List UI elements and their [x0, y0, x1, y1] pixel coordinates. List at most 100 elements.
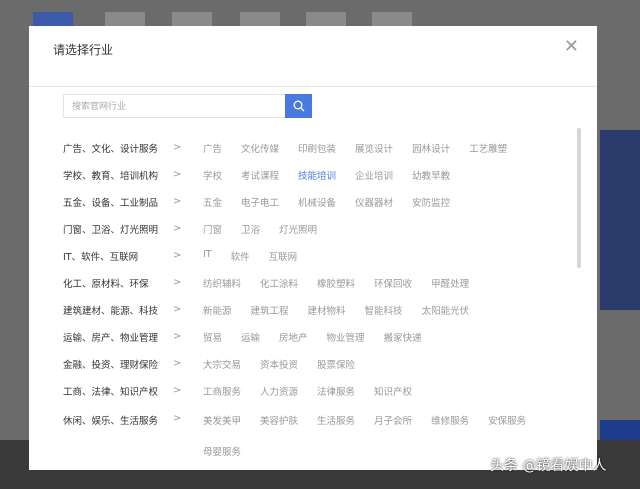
subcategory-item[interactable]: 建筑工程	[251, 303, 289, 317]
chevron-right-icon: >	[173, 358, 182, 369]
category-label[interactable]: IT、软件、互联网	[63, 249, 173, 263]
subcategory-item[interactable]: 广告	[203, 141, 222, 155]
subcategory-item[interactable]: 母婴服务	[203, 444, 241, 458]
subcategory-item[interactable]: 印刷包装	[298, 141, 336, 155]
category-row: 门窗、卫浴、灯光照明 > 门窗 卫浴 灯光照明	[63, 215, 583, 242]
subcategory-item[interactable]: 软件	[231, 249, 250, 263]
subcategory-item[interactable]: 运输	[241, 330, 260, 344]
category-row: 工商、法律、知识产权 > 工商服务 人力资源 法律服务 知识产权	[63, 377, 583, 404]
background-image	[600, 130, 640, 310]
subcategory-item[interactable]: 门窗	[203, 222, 222, 236]
subcategory-item[interactable]: 技能培训	[298, 168, 336, 182]
category-row: 学校、教育、培训机构 > 学校 考试课程 技能培训 企业培训 幼教早教	[63, 161, 583, 188]
category-label[interactable]: 运输、房产、物业管理	[63, 330, 173, 344]
category-label[interactable]: 广告、文化、设计服务	[63, 141, 173, 155]
modal-header: 请选择行业 ✕	[29, 26, 597, 87]
search-button[interactable]	[285, 94, 312, 118]
chevron-right-icon: >	[173, 169, 182, 180]
subcategory-item[interactable]: 维修服务	[431, 413, 469, 427]
subcategory-item[interactable]: 仪器器材	[355, 195, 393, 209]
chevron-right-icon: >	[173, 304, 182, 315]
subcategory-item[interactable]: 安防监控	[412, 195, 450, 209]
search-icon	[293, 100, 304, 112]
subcategory-item[interactable]: 建材物料	[308, 303, 346, 317]
subcategory-item[interactable]: 互联网	[269, 249, 298, 263]
subcategory-item[interactable]: 环保回收	[374, 276, 412, 290]
subcategory-item[interactable]: 搬家快递	[384, 330, 422, 344]
subcategory-item[interactable]: 安保服务	[488, 413, 526, 427]
subcategory-item[interactable]: 电子电工	[241, 195, 279, 209]
subcategory-item[interactable]: 月子会所	[374, 413, 412, 427]
subcategory-item[interactable]: 物业管理	[327, 330, 365, 344]
subcategory-item[interactable]: 企业培训	[355, 168, 393, 182]
subcategory-item[interactable]: IT	[203, 249, 212, 263]
subcategory-item[interactable]: 智能科技	[365, 303, 403, 317]
chevron-right-icon: >	[173, 142, 182, 153]
chevron-right-icon: >	[173, 196, 182, 207]
subcategory-item[interactable]: 橡胶塑料	[317, 276, 355, 290]
subcategory-item[interactable]: 展览设计	[355, 141, 393, 155]
category-row: 广告、文化、设计服务 > 广告 文化传媒 印刷包装 展览设计 园林设计 工艺雕塑	[63, 134, 583, 161]
subcategory-item[interactable]: 新能源	[203, 303, 232, 317]
subcategory-item[interactable]: 化工涂料	[260, 276, 298, 290]
subcategory-list: 广告 文化传媒 印刷包装 展览设计 园林设计 工艺雕塑	[203, 141, 583, 155]
subcategory-item[interactable]: 房地产	[279, 330, 308, 344]
close-icon[interactable]: ✕	[564, 38, 579, 56]
chevron-right-icon: >	[173, 385, 182, 396]
category-label[interactable]: 休闲、娱乐、生活服务	[63, 413, 173, 427]
subcategory-item[interactable]: 知识产权	[374, 384, 412, 398]
subcategory-item[interactable]: 纺织辅料	[203, 276, 241, 290]
subcategory-list: 五金 电子电工 机械设备 仪器器材 安防监控	[203, 195, 583, 209]
chevron-right-icon: >	[173, 331, 182, 342]
category-row: IT、软件、互联网 > IT 软件 互联网	[63, 242, 583, 269]
category-label[interactable]: 金融、投资、理财保险	[63, 357, 173, 371]
subcategory-item[interactable]: 文化传媒	[241, 141, 279, 155]
subcategory-item[interactable]: 工艺雕塑	[469, 141, 507, 155]
subcategory-item[interactable]: 机械设备	[298, 195, 336, 209]
subcategory-item[interactable]: 幼教早教	[412, 168, 450, 182]
subcategory-item[interactable]: 园林设计	[412, 141, 450, 155]
subcategory-list: IT 软件 互联网	[203, 249, 583, 263]
subcategory-item[interactable]: 太阳能光伏	[422, 303, 470, 317]
subcategory-item[interactable]: 贸易	[203, 330, 222, 344]
search-bar	[63, 94, 312, 118]
subcategory-list: 新能源 建筑工程 建材物料 智能科技 太阳能光伏	[203, 303, 583, 317]
subcategory-item[interactable]: 美容护肤	[260, 413, 298, 427]
search-input[interactable]	[63, 94, 285, 118]
subcategory-item[interactable]: 灯光照明	[279, 222, 317, 236]
industry-select-modal: 请选择行业 ✕ 广告、文化、设计服务>广告文化传媒印刷包装展览设计园林设计工艺雕…	[29, 26, 597, 470]
subcategory-item[interactable]: 生活服务	[317, 413, 355, 427]
category-label[interactable]: 学校、教育、培训机构	[63, 168, 173, 182]
subcategory-item[interactable]: 美发美甲	[203, 413, 241, 427]
subcategory-item[interactable]: 人力资源	[260, 384, 298, 398]
category-row: 运输、房产、物业管理 > 贸易 运输 房地产 物业管理 搬家快递	[63, 323, 583, 350]
subcategory-item[interactable]: 股票保险	[317, 357, 355, 371]
scrollbar[interactable]	[577, 128, 581, 268]
chevron-right-icon: >	[173, 223, 182, 234]
category-row: 化工、原材料、环保 > 纺织辅料 化工涂料 橡胶塑料 环保回收 甲醛处理	[63, 269, 583, 296]
category-label[interactable]: 工商、法律、知识产权	[63, 384, 173, 398]
subcategory-list: 大宗交易 资本投资 股票保险	[203, 357, 583, 371]
category-row: 五金、设备、工业制品 > 五金 电子电工 机械设备 仪器器材 安防监控	[63, 188, 583, 215]
category-row: 金融、投资、理财保险 > 大宗交易 资本投资 股票保险	[63, 350, 583, 377]
subcategory-item[interactable]: 大宗交易	[203, 357, 241, 371]
subcategory-list: 贸易 运输 房地产 物业管理 搬家快递	[203, 330, 583, 344]
subcategory-item[interactable]: 法律服务	[317, 384, 355, 398]
subcategory-list: 纺织辅料 化工涂料 橡胶塑料 环保回收 甲醛处理	[203, 276, 583, 290]
subcategory-item[interactable]: 资本投资	[260, 357, 298, 371]
subcategory-item[interactable]: 考试课程	[241, 168, 279, 182]
subcategory-item[interactable]: 工商服务	[203, 384, 241, 398]
category-label[interactable]: 建筑建材、能源、科技	[63, 303, 173, 317]
category-label[interactable]: 五金、设备、工业制品	[63, 195, 173, 209]
subcategory-item[interactable]: 学校	[203, 168, 222, 182]
category-label[interactable]: 门窗、卫浴、灯光照明	[63, 222, 173, 236]
subcategory-list: 学校 考试课程 技能培训 企业培训 幼教早教	[203, 168, 583, 182]
subcategory-item[interactable]: 五金	[203, 195, 222, 209]
subcategory-list: 工商服务 人力资源 法律服务 知识产权	[203, 384, 583, 398]
subcategory-item[interactable]: 甲醛处理	[431, 276, 469, 290]
modal-title: 请选择行业	[53, 43, 114, 57]
subcategory-item[interactable]: 卫浴	[241, 222, 260, 236]
chevron-right-icon: >	[173, 413, 182, 424]
chevron-right-icon: >	[173, 277, 182, 288]
category-label[interactable]: 化工、原材料、环保	[63, 276, 173, 290]
